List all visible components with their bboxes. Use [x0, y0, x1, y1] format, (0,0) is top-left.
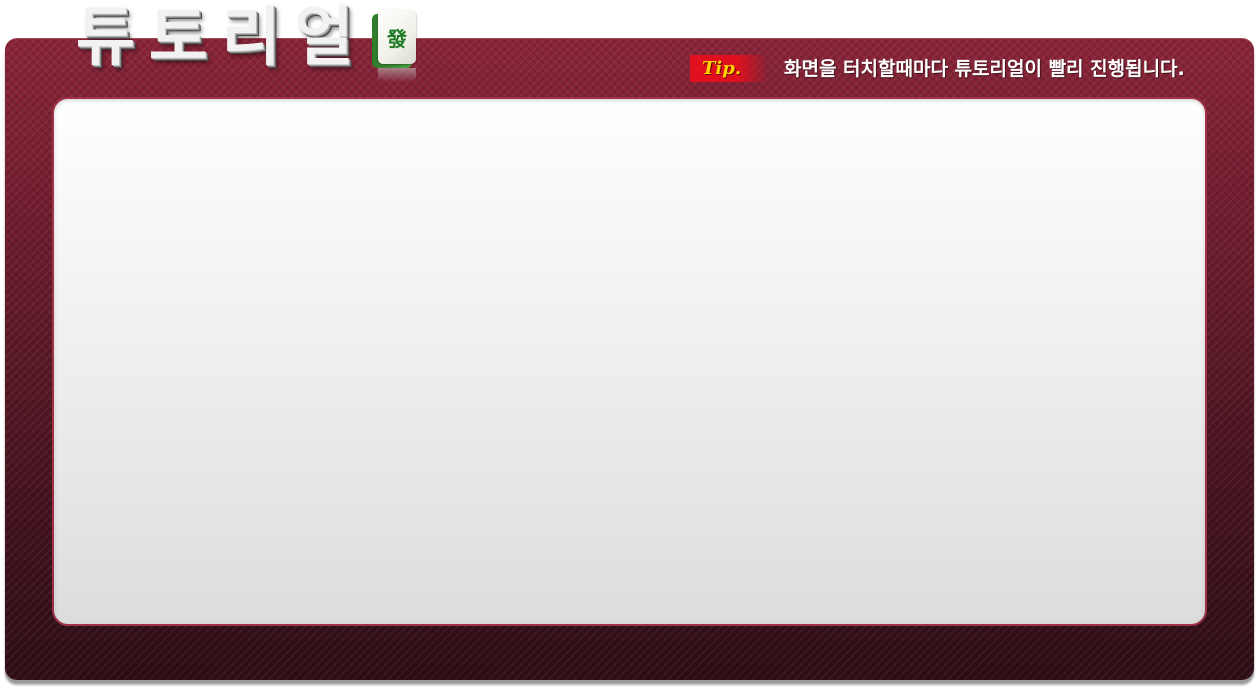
- tutorial-screen[interactable]: 튜토리얼 發 Tip. 화면을 터치할때마다 튜토리얼이 빨리 진행됩니다.: [0, 0, 1260, 689]
- tile-reflection: [378, 68, 416, 82]
- tile-face: 發: [378, 10, 416, 64]
- page-title: 튜토리얼: [76, 1, 368, 75]
- tile-glyph: 發: [387, 26, 407, 51]
- tip-message: 화면을 터치할때마다 튜토리얼이 빨리 진행됩니다.: [784, 58, 1185, 80]
- tutorial-content-panel[interactable]: [52, 97, 1207, 626]
- tip-badge: Tip.: [690, 55, 768, 82]
- mahjong-tile-icon: 發: [372, 10, 416, 82]
- tip-badge-label: Tip.: [702, 58, 742, 79]
